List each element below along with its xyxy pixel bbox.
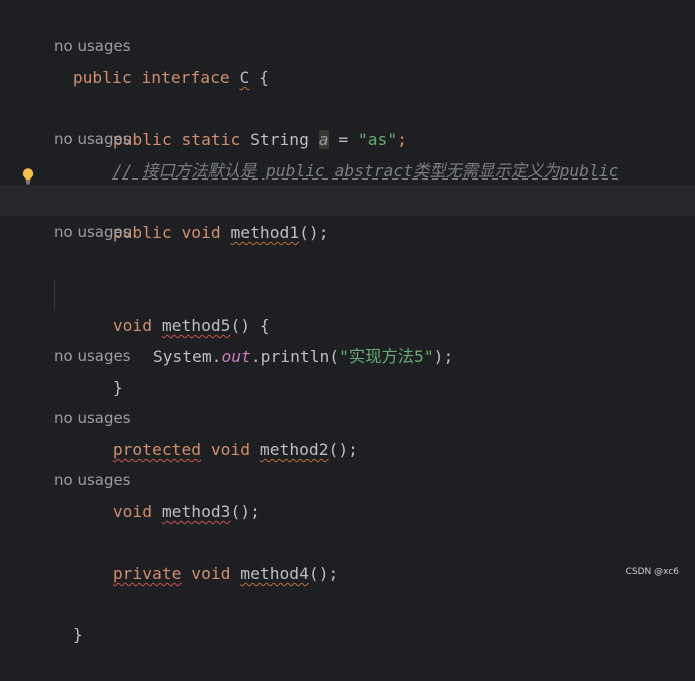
code-line-method4[interactable]: private void method4(); [0,496,695,583]
code-line-println[interactable]: System.out.println("实现方法5"); [0,279,695,366]
lightbulb-icon[interactable] [22,167,34,185]
code-line-method5[interactable]: void method5() { [0,248,695,335]
code-line-close-method[interactable]: } [0,310,695,397]
code-editor[interactable]: public interface C { no usages public st… [0,0,695,644]
caret-line[interactable] [0,185,695,216]
usage-hint[interactable]: no usages [54,341,131,372]
usage-hint[interactable]: no usages [54,217,131,248]
code-line-close-interface[interactable]: } [0,557,695,644]
println-call: .println( [250,347,340,366]
system-class: System. [152,347,222,366]
method-parens: (); [299,223,329,242]
code-line-interface-declaration[interactable]: public interface C { [0,0,695,87]
code-line-method3[interactable]: void method3(); [0,434,695,521]
out-field: out [221,347,251,366]
usage-hint[interactable]: no usages [54,31,131,62]
method-name[interactable]: method1 [231,223,300,242]
usage-hint[interactable]: no usages [54,465,131,496]
code-line-comment[interactable]: // 接口方法默认是 public abstract类型无需显示定义为publi… [0,93,695,180]
close-brace: } [72,625,83,644]
usage-hint[interactable]: no usages [54,403,131,434]
string-literal: "实现方法5" [339,347,434,366]
usage-hint[interactable]: no usages [54,124,131,155]
keyword-void: void [181,223,221,242]
code-line-method2[interactable]: protected void method2(); [0,372,695,459]
close-call: ); [433,347,454,366]
code-line-method1[interactable]: public void method1(); [0,155,695,242]
code-line-field-declaration[interactable]: public static String a = "as"; [0,62,695,149]
watermark: CSDN @xc6 [625,567,679,577]
